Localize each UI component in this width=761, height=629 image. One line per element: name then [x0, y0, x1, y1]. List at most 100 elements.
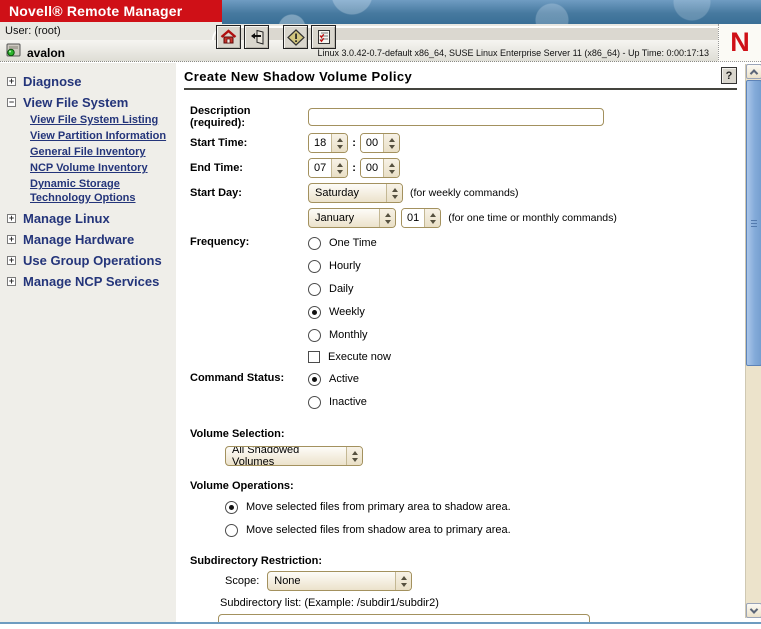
description-label: Description (required):: [190, 105, 251, 129]
expand-icon[interactable]: +: [7, 213, 16, 223]
expand-icon[interactable]: +: [7, 255, 16, 265]
radio-hourly[interactable]: [308, 259, 321, 273]
expand-icon[interactable]: +: [7, 76, 16, 86]
help-icon[interactable]: ?: [721, 67, 737, 84]
novell-remote-manager-window: Novell® Remote Manager User: (root) aval…: [0, 0, 761, 629]
weekly-note: (for weekly commands): [410, 187, 519, 199]
scope-select[interactable]: None: [267, 571, 413, 591]
description-input[interactable]: [308, 108, 604, 126]
select-arrows-icon[interactable]: [347, 447, 362, 465]
spinner-arrows-icon[interactable]: [425, 209, 441, 227]
app-title-bar: Novell® Remote Manager: [0, 0, 222, 22]
end-hour-stepper[interactable]: 07: [308, 158, 349, 178]
radio-shadow-to-primary[interactable]: [225, 523, 238, 537]
scrollbar-thumb[interactable]: [746, 80, 761, 366]
link-view-file-system-listing[interactable]: View File System Listing: [30, 113, 175, 127]
start-time-label: Start Time:: [190, 137, 248, 149]
scroll-down-icon[interactable]: [746, 603, 761, 618]
config-report-icon[interactable]: [311, 25, 336, 49]
sidebar-item-manage-linux[interactable]: + Manage Linux: [7, 210, 176, 226]
radio-weekly[interactable]: [308, 305, 321, 319]
collapse-icon[interactable]: −: [7, 97, 16, 107]
monthly-note: (for one time or monthly commands): [448, 212, 617, 224]
sidebar-item-view-file-system[interactable]: − View File System: [7, 94, 176, 110]
sidebar-item-manage-hardware[interactable]: + Manage Hardware: [7, 231, 176, 247]
link-ncp-volume-inventory[interactable]: NCP Volume Inventory: [30, 161, 175, 175]
title-row: Create New Shadow Volume Policy ?: [184, 67, 739, 90]
frequency-option-weekly[interactable]: Weekly: [308, 301, 391, 323]
expand-icon[interactable]: +: [7, 234, 16, 244]
volume-op-shadow-to-primary[interactable]: Move selected files from shadow area to …: [225, 519, 745, 541]
toolbar: [216, 25, 336, 49]
command-status-option-inactive[interactable]: Inactive: [308, 391, 367, 413]
start-day-row: Start Day: Saturday (for weekly commands…: [190, 182, 745, 204]
nav-section-manage-hardware: + Manage Hardware: [7, 231, 176, 247]
exit-icon[interactable]: [244, 25, 269, 49]
host-bar: avalon Linux 3.0.42-0.7-default x86_64, …: [0, 40, 761, 62]
link-dynamic-storage-technology-options[interactable]: Dynamic Storage Technology Options: [30, 177, 175, 205]
link-view-partition-information[interactable]: View Partition Information: [30, 129, 175, 143]
subdirectory-input-1[interactable]: [218, 614, 590, 622]
time-separator: :: [352, 162, 356, 174]
select-arrows-icon[interactable]: [387, 184, 402, 202]
frequency-label: Frequency:: [190, 236, 250, 248]
command-status-option-active[interactable]: Active: [308, 368, 367, 390]
frequency-option-monthly[interactable]: Monthly: [308, 324, 391, 346]
execute-now-option[interactable]: Execute now: [308, 347, 391, 367]
radio-one-time[interactable]: [308, 236, 321, 250]
end-time-label: End Time:: [190, 162, 243, 174]
vertical-scrollbar[interactable]: [745, 64, 761, 618]
command-status-options: Active Inactive: [308, 368, 367, 414]
frequency-option-daily[interactable]: Daily: [308, 278, 391, 300]
volume-selection-control: All Shadowed Volumes: [225, 444, 745, 466]
expand-icon[interactable]: +: [7, 276, 16, 286]
health-status-icon[interactable]: [283, 25, 308, 49]
frequency-option-hourly[interactable]: Hourly: [308, 255, 391, 277]
radio-daily[interactable]: [308, 282, 321, 296]
month-select[interactable]: January: [308, 208, 396, 228]
radio-active[interactable]: [308, 372, 321, 386]
spinner-arrows-icon[interactable]: [384, 134, 400, 152]
volume-operations-options: Move selected files from primary area to…: [225, 496, 745, 541]
select-arrows-icon[interactable]: [396, 572, 412, 590]
end-minute-stepper[interactable]: 00: [359, 158, 401, 178]
nav-section-manage-ncp-services: + Manage NCP Services: [7, 273, 176, 289]
server-status-icon: [5, 42, 22, 63]
bottom-frame-border: [0, 622, 761, 624]
start-day-label: Start Day:: [190, 187, 242, 199]
app-title: Novell® Remote Manager: [9, 3, 183, 19]
sidebar-item-use-group-operations[interactable]: + Use Group Operations: [7, 252, 176, 268]
spinner-arrows-icon[interactable]: [384, 159, 400, 177]
description-row: Description (required):: [190, 105, 745, 129]
volume-operations-heading: Volume Operations:: [190, 480, 294, 492]
novell-logo: N: [718, 24, 761, 62]
volume-select[interactable]: All Shadowed Volumes: [225, 446, 363, 466]
home-icon[interactable]: [216, 25, 241, 49]
scroll-up-icon[interactable]: [746, 64, 761, 79]
navigation-sidebar: + Diagnose − View File System View File …: [0, 63, 176, 622]
select-arrows-icon[interactable]: [380, 209, 395, 227]
sidebar-item-manage-ncp-services[interactable]: + Manage NCP Services: [7, 273, 176, 289]
radio-monthly[interactable]: [308, 328, 321, 342]
frequency-option-one-time[interactable]: One Time: [308, 232, 391, 254]
weekday-select[interactable]: Saturday: [308, 183, 403, 203]
start-hour-stepper[interactable]: 18: [308, 133, 349, 153]
sidebar-item-diagnose[interactable]: + Diagnose: [7, 73, 176, 89]
spinner-arrows-icon[interactable]: [332, 159, 348, 177]
volume-op-primary-to-shadow[interactable]: Move selected files from primary area to…: [225, 496, 745, 518]
link-general-file-inventory[interactable]: General File Inventory: [30, 145, 175, 159]
day-of-month-stepper[interactable]: 01: [401, 208, 442, 228]
radio-inactive[interactable]: [308, 395, 321, 409]
shadow-volume-policy-form: Description (required): Start Time: 18 :…: [176, 90, 745, 622]
command-status-label: Command Status:: [190, 372, 285, 384]
user-label: User: (root): [5, 25, 61, 37]
novell-n-letter: N: [730, 27, 750, 57]
start-minute-stepper[interactable]: 00: [359, 133, 401, 153]
nav-section-diagnose: + Diagnose: [7, 73, 176, 89]
end-time-row: End Time: 07 : 00: [190, 157, 745, 179]
spinner-arrows-icon[interactable]: [332, 134, 348, 152]
nav-section-manage-linux: + Manage Linux: [7, 210, 176, 226]
host-info: avalon: [5, 42, 65, 63]
execute-now-checkbox[interactable]: [308, 351, 320, 363]
radio-primary-to-shadow[interactable]: [225, 500, 238, 514]
